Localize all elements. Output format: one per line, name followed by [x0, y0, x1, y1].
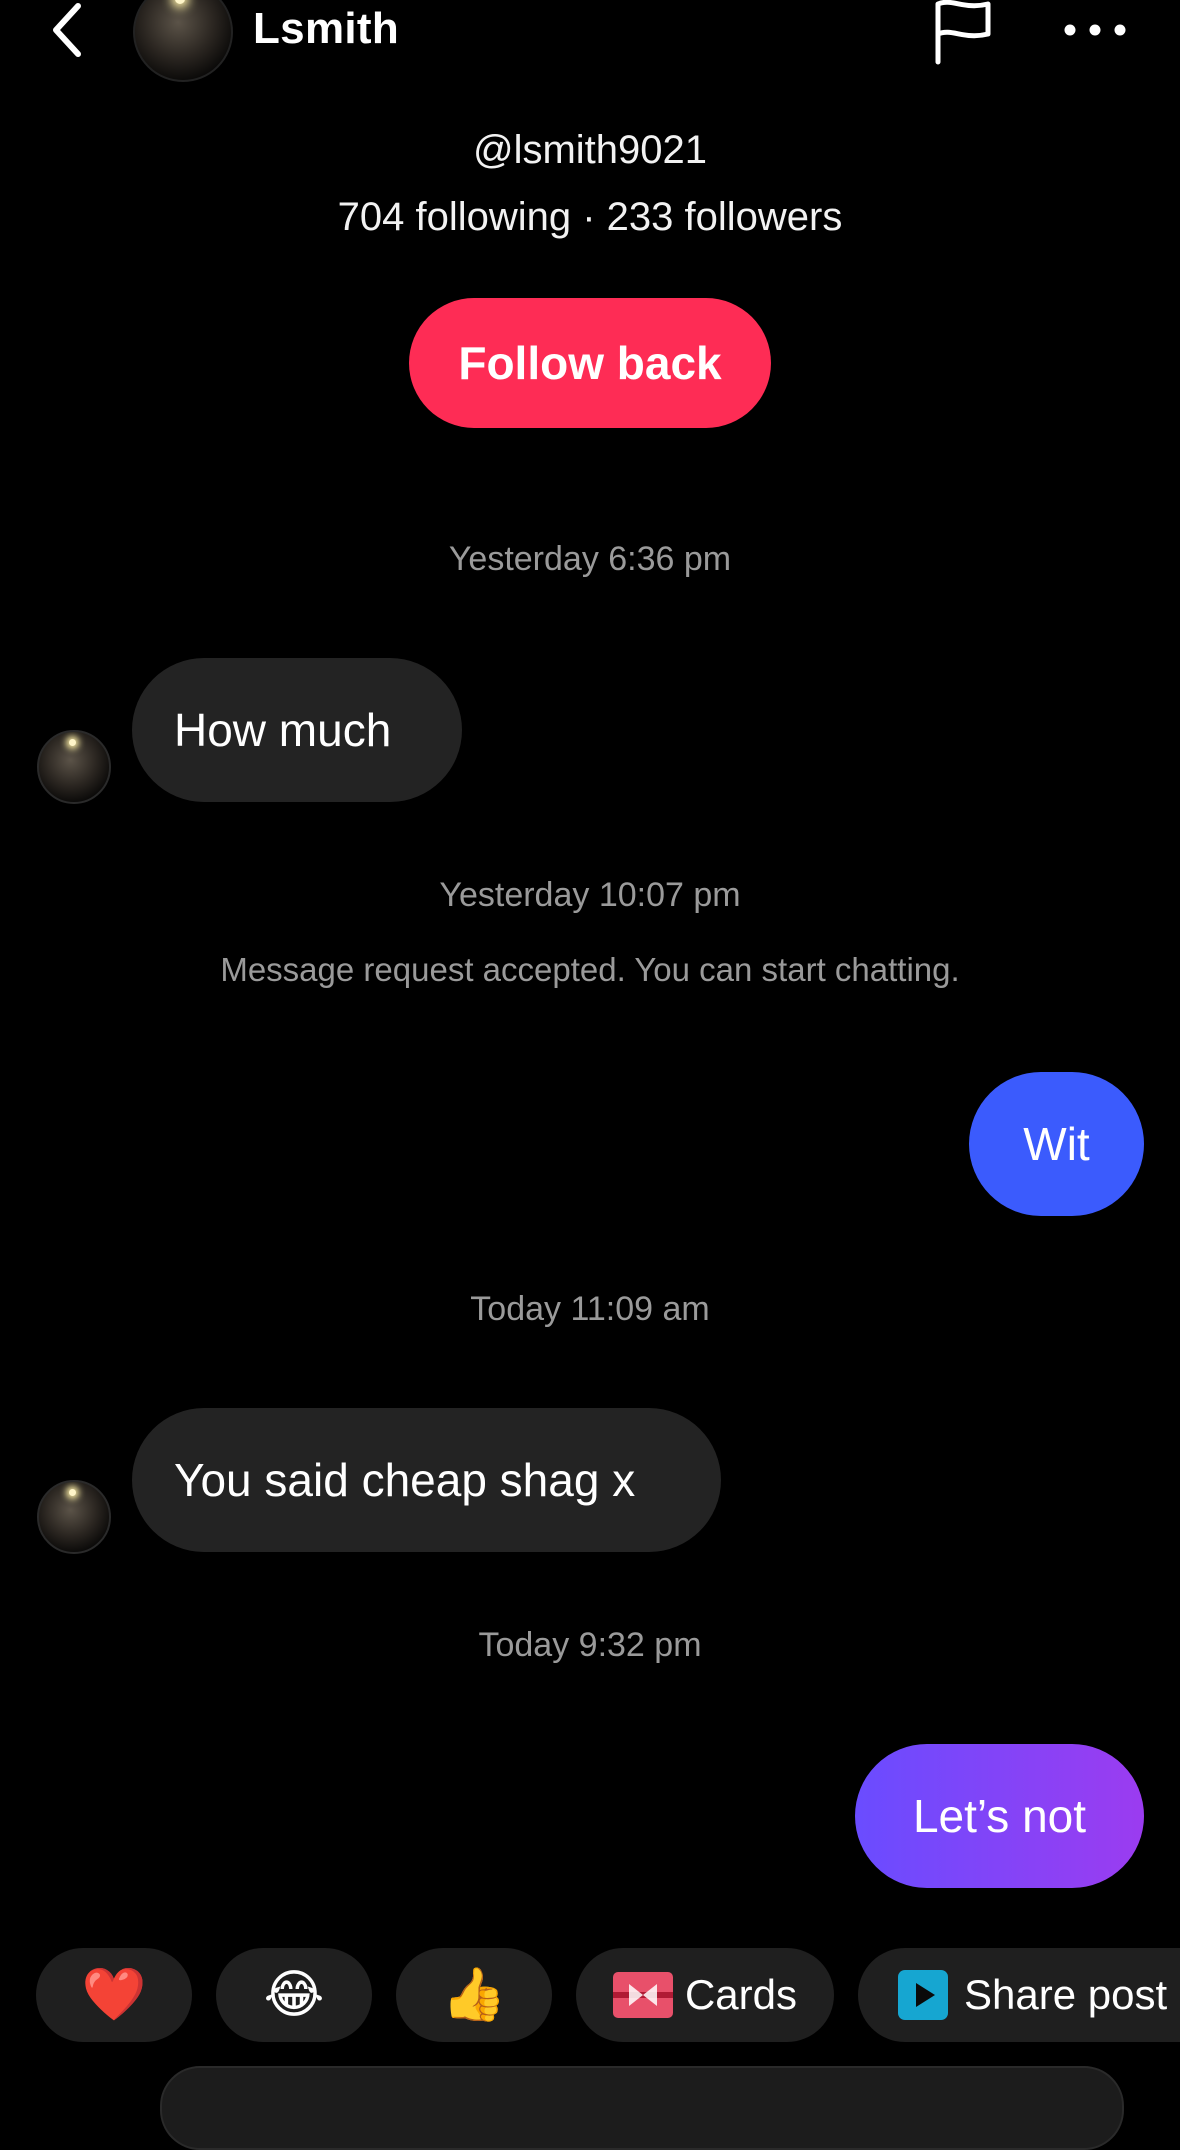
timestamp: Yesterday 10:07 pm: [439, 876, 741, 914]
more-options-button[interactable]: [1060, 10, 1130, 50]
quick-reaction-laugh[interactable]: 😂: [216, 1948, 372, 2042]
system-message: Message request accepted. You can start …: [220, 951, 960, 988]
chevron-left-icon: [53, 3, 81, 57]
back-button[interactable]: [40, 0, 100, 60]
timestamp: Today 9:32 pm: [478, 1626, 702, 1664]
message-input[interactable]: [160, 2066, 1124, 2150]
sender-avatar[interactable]: [37, 1480, 111, 1554]
sender-avatar[interactable]: [37, 730, 111, 804]
heart-emoji-icon: ❤️: [81, 1966, 147, 2024]
quick-reaction-heart[interactable]: ❤️: [36, 1948, 192, 2042]
profile-handle: @lsmith9021: [472, 128, 708, 172]
cards-icon: [612, 1972, 673, 2018]
message-bubble-outgoing[interactable]: Let’s not: [855, 1744, 1144, 1888]
share-post-icon: [898, 1970, 948, 2020]
share-post-button[interactable]: Share post: [858, 1948, 1180, 2042]
report-button[interactable]: [930, 0, 996, 66]
message-bubble-incoming[interactable]: You said cheap shag x: [132, 1408, 721, 1552]
timestamp: Yesterday 6:36 pm: [448, 540, 732, 578]
flag-icon: [935, 0, 991, 65]
avatar[interactable]: [133, 0, 233, 82]
timestamp: Today 11:09 am: [470, 1290, 710, 1328]
cards-label: Cards: [684, 1971, 798, 2018]
thumbs-up-emoji-icon: 👍: [441, 1966, 507, 2024]
share-post-label: Share post: [964, 1971, 1168, 2018]
message-bubble-incoming[interactable]: How much: [132, 658, 462, 802]
follow-stats: 704 following · 233 followers: [337, 195, 843, 239]
message-bubble-outgoing[interactable]: Wit: [969, 1072, 1144, 1216]
cards-button[interactable]: Cards: [576, 1948, 834, 2042]
quick-reaction-thumbs-up[interactable]: 👍: [396, 1948, 552, 2042]
more-horizontal-icon: [1064, 24, 1126, 36]
follow-back-button[interactable]: Follow back: [409, 298, 771, 428]
contact-name[interactable]: Lsmith: [253, 4, 399, 54]
laughing-emoji-icon: 😂: [263, 1966, 325, 2024]
